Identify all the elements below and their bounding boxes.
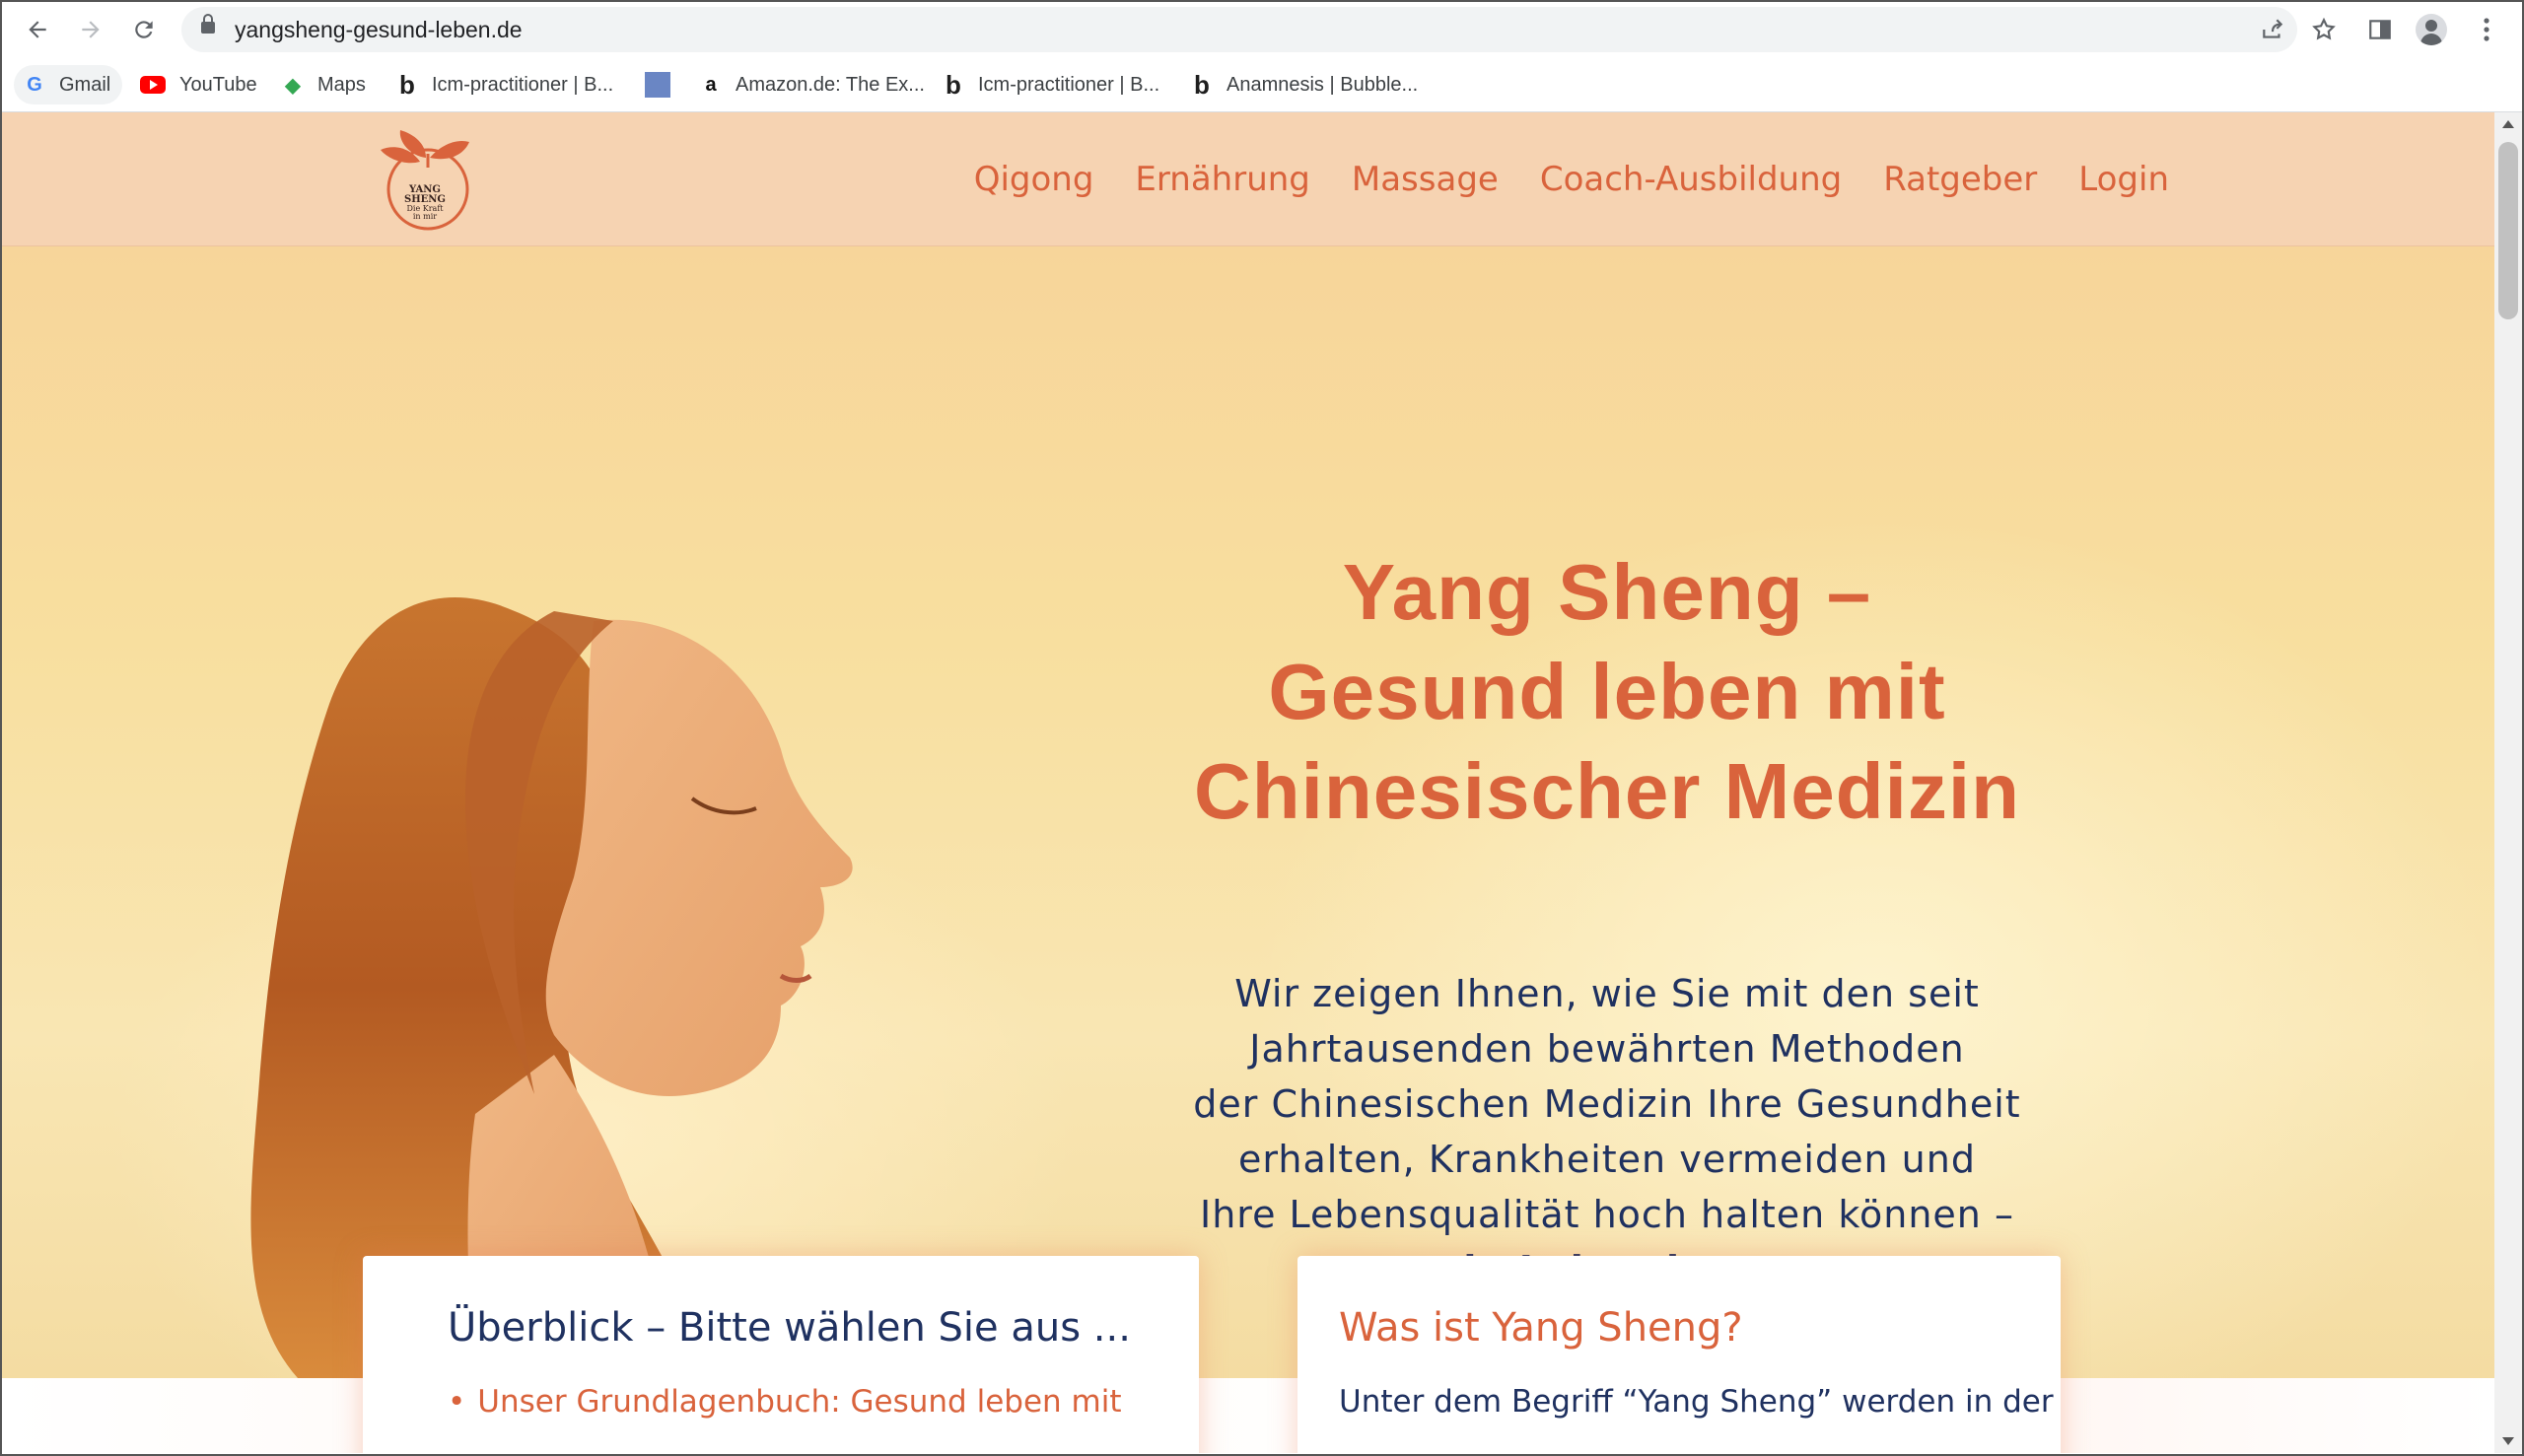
main-navigation: Qigong Ernährung Massage Coach-Ausbildun… [974, 112, 2169, 245]
bookmark-label: Amazon.de: The Ex... [736, 73, 925, 96]
overview-card-title: Überblick – Bitte wählen Sie aus ... [448, 1305, 1131, 1351]
bookmark-label: Icm-practitioner | B... [432, 73, 614, 96]
browser-toolbar: yangsheng-gesund-leben.de [0, 0, 2524, 59]
address-bar[interactable]: yangsheng-gesund-leben.de [181, 7, 2336, 52]
bookmark-blank[interactable] [645, 65, 684, 104]
hero-text-line-2: Jahrtausenden bewährten Methoden [1249, 1027, 1965, 1071]
scroll-down-arrow-icon[interactable] [2502, 1437, 2514, 1445]
bookmark-maps[interactable]: ◆ Maps [282, 65, 366, 104]
overview-link-item[interactable]: Unser Grundlagenbuch: Gesund leben mit [448, 1384, 1121, 1420]
nav-login[interactable]: Login [2078, 160, 2169, 199]
menu-kebab-icon[interactable] [2467, 10, 2506, 49]
hero-title-line-1: Yang Sheng – [1342, 548, 1872, 636]
url-text[interactable]: yangsheng-gesund-leben.de [235, 7, 523, 52]
bookmark-label: Anamnesis | Bubble... [1227, 73, 1419, 96]
profile-avatar-icon[interactable] [2416, 14, 2447, 45]
hero-text-line-1: Wir zeigen Ihnen, wie Sie mit den seit [1234, 972, 1980, 1015]
what-is-card-title: Was ist Yang Sheng? [1339, 1305, 1743, 1351]
what-is-yang-sheng-card: Was ist Yang Sheng? Unter dem Begriff “Y… [1297, 1256, 2061, 1453]
share-icon[interactable] [2256, 13, 2289, 46]
nav-qigong[interactable]: Qigong [974, 160, 1094, 199]
hero-title: Yang Sheng – Gesund leben mit Chinesisch… [1094, 542, 2120, 841]
reload-icon [135, 21, 153, 38]
scroll-thumb[interactable] [2498, 142, 2518, 319]
bookmark-icm-practitioner-1[interactable]: b Icm-practitioner | B... [396, 65, 613, 104]
bubble-icon: b [946, 69, 961, 100]
bookmark-youtube[interactable]: YouTube [140, 65, 257, 104]
hero-text-line-5: Ihre Lebensqualität hoch halten können – [1200, 1193, 2014, 1236]
bubble-icon: b [399, 69, 415, 100]
bookmark-anamnesis[interactable]: b Anamnesis | Bubble... [1191, 65, 1418, 104]
hero-title-line-2: Gesund leben mit [1268, 648, 1946, 735]
hero-description: Wir zeigen Ihnen, wie Sie mit den seit J… [1144, 966, 2070, 1297]
google-icon: G [27, 73, 42, 96]
bookmark-amazon[interactable]: a Amazon.de: The Ex... [700, 65, 925, 104]
nav-massage[interactable]: Massage [1352, 160, 1499, 199]
site-header: YANG SHENG Die Kraft in mir Qigong Ernäh… [2, 112, 2494, 246]
bookmark-label: Gmail [59, 73, 111, 96]
blue-square-icon [645, 72, 670, 98]
arrow-left-icon [29, 21, 46, 38]
nav-coach-ausbildung[interactable]: Coach-Ausbildung [1540, 160, 1842, 199]
nav-ratgeber[interactable]: Ratgeber [1883, 160, 2037, 199]
site-logo[interactable]: YANG SHENG Die Kraft in mir [371, 128, 487, 231]
bookmark-gmail[interactable]: G Gmail [14, 65, 123, 104]
logo-text: YANG SHENG Die Kraft in mir [394, 185, 456, 221]
bookmark-label: YouTube [179, 73, 257, 96]
page-scrollbar[interactable] [2494, 112, 2522, 1453]
back-button[interactable] [18, 10, 57, 49]
bookmark-label: Maps [317, 73, 366, 96]
reload-button[interactable] [124, 10, 164, 49]
nav-ernaehrung[interactable]: Ernährung [1135, 160, 1309, 199]
forward-button[interactable] [71, 10, 110, 49]
bookmark-icm-practitioner-2[interactable]: b Icm-practitioner | B... [943, 65, 1159, 104]
lock-icon [201, 14, 215, 34]
hero-title-line-3: Chinesischer Medizin [1194, 747, 2020, 835]
side-panel-icon[interactable] [2360, 10, 2400, 49]
youtube-icon [140, 76, 166, 94]
bookmark-label: Icm-practitioner | B... [978, 73, 1160, 96]
hero-section: Yang Sheng – Gesund leben mit Chinesisch… [2, 246, 2494, 1378]
arrow-right-icon [82, 21, 100, 38]
bubble-icon: b [1194, 69, 1210, 100]
logo-subtitle-line-2: in mir [412, 212, 438, 221]
scroll-up-arrow-icon[interactable] [2502, 120, 2514, 128]
hero-text-line-4: erhalten, Krankheiten vermeiden und [1238, 1138, 1976, 1181]
hero-text-line-3: der Chinesischen Medizin Ihre Gesundheit [1193, 1082, 2021, 1126]
overview-card: Überblick – Bitte wählen Sie aus ... Uns… [363, 1256, 1199, 1453]
what-is-card-text: Unter dem Begriff “Yang Sheng” werden in… [1339, 1384, 2054, 1420]
bookmarks-bar: G Gmail YouTube ◆ Maps b Icm-practitione… [0, 61, 2524, 110]
maps-icon: ◆ [285, 74, 301, 97]
bookmark-star-icon[interactable] [2307, 13, 2341, 46]
amazon-icon: a [705, 73, 717, 96]
browser-chrome: yangsheng-gesund-leben.de G Gmail YouTub… [0, 0, 2524, 112]
woman-profile-image [250, 597, 853, 1378]
page-viewport: YANG SHENG Die Kraft in mir Qigong Ernäh… [2, 112, 2494, 1453]
